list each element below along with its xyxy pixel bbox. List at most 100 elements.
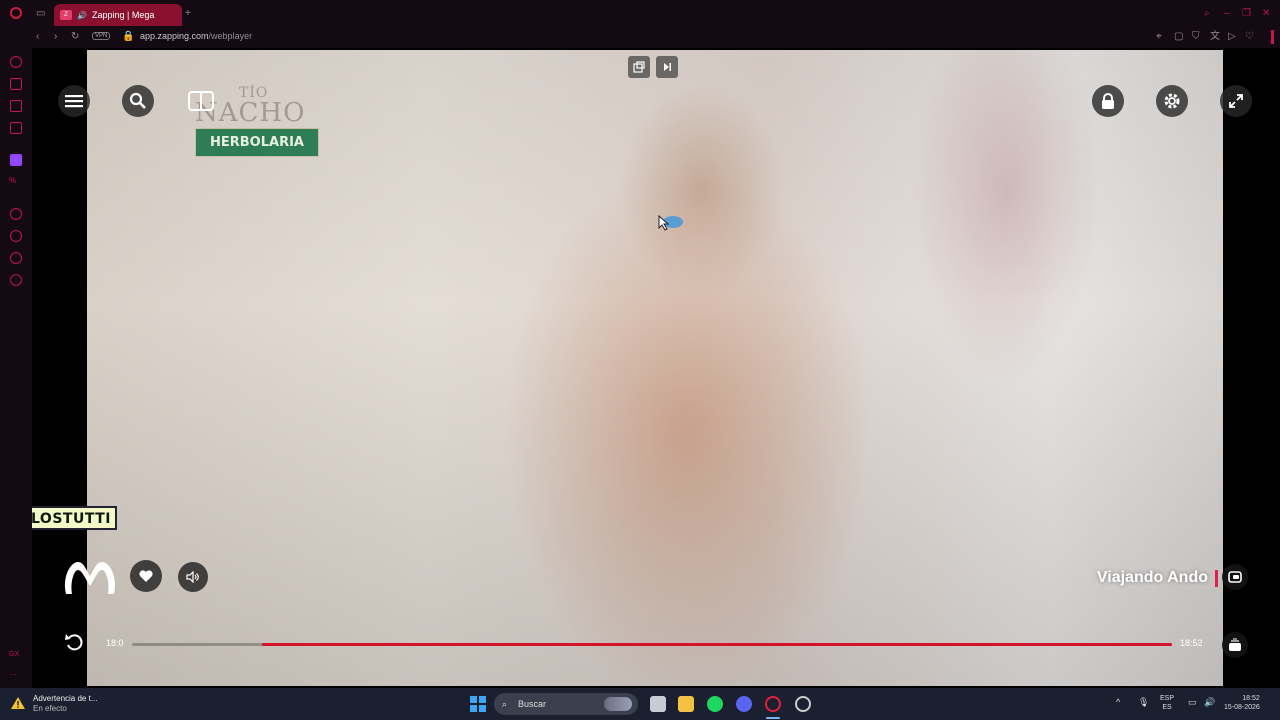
language-indicator[interactable]: ESP ES — [1160, 694, 1174, 712]
history-icon[interactable] — [10, 56, 22, 68]
restart-button[interactable] — [60, 628, 88, 656]
notification-title: Advertencia de t... — [33, 694, 98, 703]
notification[interactable]: Advertencia de t... En efecto — [33, 694, 97, 714]
opera-gx-icon[interactable] — [765, 696, 781, 712]
maximize-button[interactable]: ❐ — [1242, 8, 1251, 20]
discord-icon[interactable] — [736, 696, 752, 712]
search-icon: ⌕ — [502, 699, 508, 709]
volume-icon[interactable]: 🔊 — [1204, 698, 1215, 707]
zapping-favicon-icon: Z — [60, 10, 72, 20]
windows-logo-icon — [470, 696, 486, 712]
time-start: 18:0 — [106, 638, 124, 648]
sidebar-toggle[interactable] — [1271, 30, 1274, 44]
file-explorer-icon[interactable] — [678, 696, 694, 712]
search-placeholder: Buscar — [518, 699, 547, 709]
heart-icon — [139, 570, 153, 582]
browser-sidebar: % GX ··· — [0, 48, 32, 688]
volume-button[interactable] — [178, 562, 208, 592]
microphone-icon[interactable]: 🎙 — [1138, 698, 1149, 707]
gear-icon — [1164, 93, 1180, 109]
notification-subtitle: En efecto — [33, 704, 67, 713]
favorite-button[interactable] — [130, 560, 162, 592]
clock[interactable]: 18:52 15-08-2026 — [1224, 694, 1260, 712]
task-view-icon[interactable] — [650, 696, 666, 712]
watermark-text: LOSTUTTI — [32, 511, 111, 527]
web-player[interactable]: TÍO NACHO HERBOLARIA K LOST — [32, 48, 1280, 688]
skip-next-icon — [664, 63, 671, 71]
bag-icon[interactable] — [10, 78, 22, 90]
picture-in-picture-button[interactable] — [628, 56, 650, 78]
network-icon[interactable]: ▭ — [1188, 698, 1197, 707]
menu-button[interactable] — [58, 85, 90, 117]
progress-track[interactable] — [132, 643, 1172, 646]
url-host: app.zapping.com — [140, 31, 209, 41]
channels-list-button[interactable] — [1222, 632, 1248, 658]
reload-icon[interactable]: ↻ — [71, 31, 79, 43]
player-settings-button[interactable] — [1156, 85, 1188, 117]
forward-icon[interactable]: › — [54, 31, 57, 43]
gx-icon[interactable]: GX — [9, 651, 19, 658]
search-icon — [129, 92, 146, 109]
active-app-indicator — [766, 717, 780, 719]
address-bar: ‹ › ↻ VPN 🔒 app.zapping.com/webplayer ⌖ … — [0, 28, 1280, 48]
title-accent-bar — [1215, 570, 1218, 587]
fullscreen-button[interactable] — [1220, 85, 1252, 117]
percent-icon[interactable]: % — [9, 176, 16, 185]
mega-channel-logo — [64, 562, 116, 594]
volume-icon — [186, 571, 199, 583]
start-button[interactable] — [470, 696, 486, 712]
tab-manager-icon[interactable]: ▭ — [36, 8, 45, 20]
tab-zapping[interactable]: Z 🔊 Zapping | Mega — [54, 4, 182, 26]
lock-icon — [1102, 93, 1114, 109]
back-icon[interactable]: ‹ — [36, 31, 39, 43]
language-top: ESP — [1160, 695, 1175, 702]
split-view-icon — [188, 91, 214, 111]
warning-icon[interactable] — [10, 696, 26, 712]
mail-icon[interactable] — [10, 100, 22, 112]
search-tabs-icon[interactable]: ⌕ — [1204, 8, 1210, 20]
clock-icon[interactable] — [10, 230, 22, 242]
settings-icon[interactable] — [10, 274, 22, 286]
bookmark-heart-icon[interactable]: ♡ — [1245, 31, 1254, 43]
pinboard-icon[interactable]: ▢ — [1174, 31, 1183, 43]
split-view-button[interactable] — [186, 86, 216, 116]
snapshot-icon[interactable]: ⌖ — [1156, 31, 1162, 43]
restart-icon — [65, 634, 83, 651]
translate-icon[interactable]: 文 — [1210, 31, 1220, 43]
twitch-icon[interactable] — [10, 154, 22, 166]
shield-icon[interactable]: ⛉ — [1192, 31, 1200, 43]
opera-logo-icon[interactable] — [10, 7, 22, 19]
extensions-icon[interactable] — [10, 252, 22, 264]
channel-guide-button[interactable] — [1222, 564, 1248, 590]
progress-fill — [262, 643, 1172, 646]
speaker-icon[interactable]: 🔊 — [77, 11, 87, 20]
url-path: /webplayer — [208, 31, 253, 41]
spotify-icon[interactable] — [707, 696, 723, 712]
url-field[interactable]: app.zapping.com/webplayer — [140, 31, 252, 41]
search-button[interactable] — [122, 85, 154, 117]
lock-icon[interactable]: 🔒 — [122, 31, 134, 43]
play-icon[interactable]: ▷ — [1228, 31, 1236, 43]
language-bottom: ES — [1162, 704, 1172, 711]
minimize-button[interactable]: – — [1224, 8, 1230, 20]
time-end: 18:52 — [1180, 638, 1203, 648]
tray-chevron-icon[interactable]: ^ — [1116, 698, 1120, 707]
streamer-watermark: K LOSTUTTI — [32, 506, 117, 530]
guide-icon — [1228, 571, 1242, 583]
taskbar-search[interactable]: ⌕ Buscar — [494, 693, 638, 715]
search-highlight-icon — [604, 697, 632, 711]
player-icon[interactable] — [10, 208, 22, 220]
windows-taskbar: Advertencia de t... En efecto ⌕ Buscar ^… — [0, 688, 1280, 720]
stack-icon — [1229, 638, 1241, 651]
vpn-badge[interactable]: VPN — [92, 32, 111, 40]
steam-icon[interactable] — [795, 696, 811, 712]
more-icon[interactable]: ··· — [9, 670, 17, 679]
messenger-icon[interactable] — [10, 122, 22, 134]
new-tab-button[interactable]: + — [185, 8, 191, 20]
pip-icon — [633, 61, 645, 73]
parental-lock-button[interactable] — [1092, 85, 1124, 117]
close-button[interactable]: ✕ — [1262, 8, 1270, 20]
program-title: Viajando Ando — [1096, 569, 1208, 586]
video-frame[interactable]: TÍO NACHO HERBOLARIA — [87, 50, 1223, 686]
next-button[interactable] — [656, 56, 678, 78]
